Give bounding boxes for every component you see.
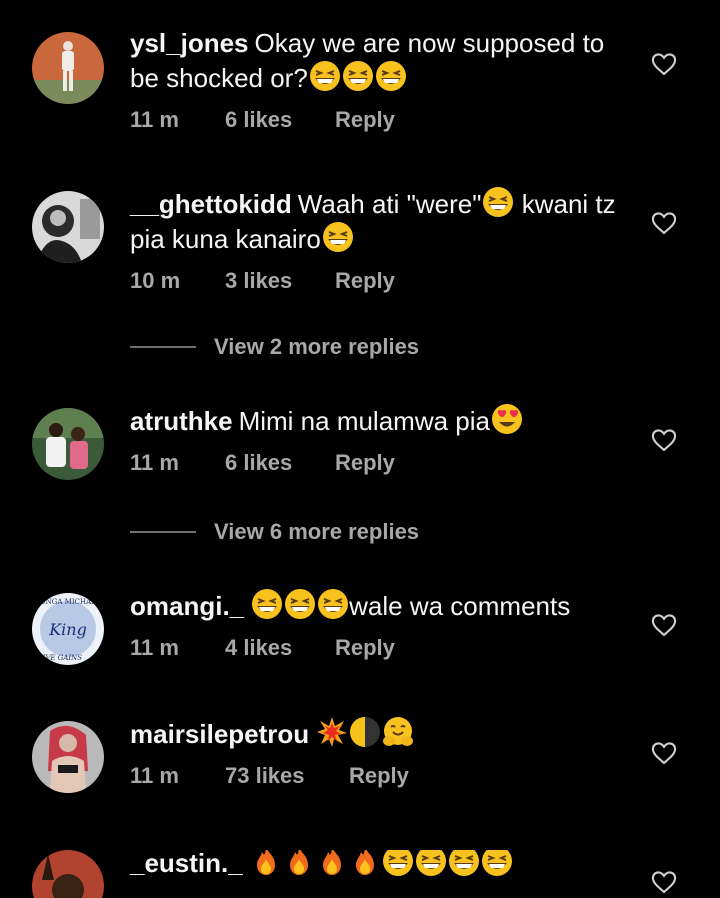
grinning-squint-emoji-icon	[382, 850, 414, 877]
avatar-bottom-text: LIVE GAINS	[37, 654, 82, 662]
comment-username[interactable]: __ghettokidd	[130, 189, 292, 219]
grinning-squint-emoji-icon	[309, 60, 341, 92]
comment-text: atruthke Mimi na mulamwa pia	[130, 403, 630, 438]
comment-meta: 11 m 6 likes Reply	[130, 105, 630, 135]
view-more-replies-button[interactable]: View 2 more replies	[130, 334, 419, 360]
collision-emoji-icon	[316, 716, 348, 748]
grinning-squint-emoji-icon	[251, 588, 283, 620]
avatar[interactable]	[32, 191, 104, 263]
avatar-top-text: TUNGA MICHAEL	[35, 598, 101, 606]
heart-icon[interactable]	[650, 50, 678, 78]
comment-message: Mimi na mulamwa pia	[238, 406, 490, 436]
comment-likes[interactable]: 73 likes	[225, 763, 349, 789]
comment-meta: 11 m 4 likes Reply	[130, 633, 630, 663]
comment-time: 11 m	[130, 450, 179, 475]
comment-username[interactable]: _eustin._	[130, 850, 243, 878]
comment-likes[interactable]: 4 likes	[225, 635, 335, 661]
comment-username[interactable]: ysl_jones	[130, 28, 249, 58]
comment-likes[interactable]: 3 likes	[225, 268, 335, 294]
heart-icon[interactable]	[650, 426, 678, 454]
comment-time: 11 m	[130, 107, 179, 132]
comment-likes[interactable]: 6 likes	[225, 107, 335, 133]
grinning-squint-emoji-icon	[342, 60, 374, 92]
avatar[interactable]	[32, 850, 104, 898]
avatar[interactable]	[32, 721, 104, 793]
avatar[interactable]	[32, 408, 104, 480]
fire-emoji-icon	[283, 850, 315, 877]
comment-meta: 11 m 73 likes Reply	[130, 761, 630, 791]
avatar[interactable]	[32, 32, 104, 104]
grinning-squint-emoji-icon	[448, 850, 480, 877]
comment-text: mairsilepetrou	[130, 716, 630, 751]
fire-emoji-icon	[349, 850, 381, 877]
view-more-replies-button[interactable]: View 6 more replies	[130, 519, 419, 545]
comment-time: 11 m	[130, 635, 179, 660]
grinning-squint-emoji-icon	[415, 850, 447, 877]
grinning-squint-emoji-icon	[317, 588, 349, 620]
hugging-emoji-icon	[382, 716, 414, 748]
view-more-replies-label: View 2 more replies	[214, 334, 420, 359]
fire-emoji-icon	[250, 850, 282, 877]
comment-meta: 10 m 3 likes Reply	[130, 266, 630, 296]
heart-icon[interactable]	[650, 739, 678, 767]
fire-emoji-icon	[316, 850, 348, 877]
heart-icon[interactable]	[650, 611, 678, 639]
comment-username[interactable]: omangi._	[130, 591, 244, 621]
comment-likes[interactable]: 6 likes	[225, 450, 335, 476]
reply-button[interactable]: Reply	[349, 763, 409, 789]
divider-line	[130, 346, 196, 348]
grinning-squint-emoji-icon	[375, 60, 407, 92]
comment-text: _eustin._	[130, 850, 630, 880]
comment-time: 11 m	[130, 763, 179, 788]
comment-message: wale wa comments	[349, 591, 571, 621]
comment-text: ysl_jones Okay we are now supposed to be …	[130, 27, 630, 95]
reply-button[interactable]: Reply	[335, 107, 395, 133]
grinning-squint-emoji-icon	[322, 221, 354, 253]
moon-emoji-icon	[349, 716, 381, 748]
comment-item: _eustin._	[0, 850, 720, 898]
grinning-squint-emoji-icon	[482, 186, 514, 218]
comment-username[interactable]: mairsilepetrou	[130, 719, 309, 749]
reply-button[interactable]: Reply	[335, 450, 395, 476]
heart-icon[interactable]	[650, 209, 678, 237]
reply-button[interactable]: Reply	[335, 635, 395, 661]
avatar-script-text: King	[48, 620, 87, 639]
heart-icon[interactable]	[650, 868, 678, 896]
grinning-squint-emoji-icon	[284, 588, 316, 620]
divider-line	[130, 531, 196, 533]
comment-username[interactable]: atruthke	[130, 406, 233, 436]
comment-text: __ghettokidd Waah ati "were" kwani tz pia…	[130, 186, 630, 256]
view-more-replies-label: View 6 more replies	[214, 519, 420, 544]
avatar[interactable]: TUNGA MICHAEL King LIVE GAINS	[32, 593, 104, 665]
comment-message: Waah ati "were"	[297, 189, 482, 219]
comment-meta: 11 m 6 likes Reply	[130, 448, 630, 478]
comment-time: 10 m	[130, 268, 181, 293]
heart-eyes-emoji-icon	[491, 403, 523, 435]
grinning-squint-emoji-icon	[481, 850, 513, 877]
reply-button[interactable]: Reply	[335, 268, 395, 294]
comment-text: omangi._ wale wa comments	[130, 588, 630, 623]
